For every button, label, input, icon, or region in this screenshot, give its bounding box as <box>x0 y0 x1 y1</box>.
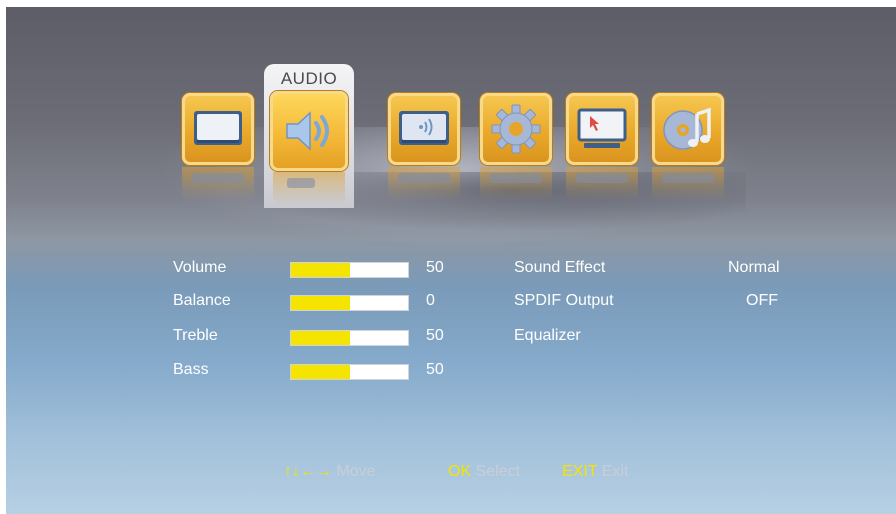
hint-exit-label: Exit <box>601 463 629 480</box>
sound-effect-label[interactable]: Sound Effect <box>514 259 605 277</box>
volume-value: 50 <box>426 259 444 276</box>
music-disc-icon <box>663 107 711 150</box>
hint-move: ↑↓←→ Move <box>284 463 376 481</box>
tile-reflection <box>182 167 254 201</box>
tile-reflection <box>566 167 638 201</box>
bass-slider-fill <box>291 365 350 379</box>
ok-key: OK <box>448 463 472 480</box>
tab-pc[interactable] <box>566 93 638 165</box>
treble-value: 50 <box>426 327 444 344</box>
broadcast-tv-icon <box>399 111 449 145</box>
active-tab-label: AUDIO <box>280 69 338 88</box>
equalizer-label[interactable]: Equalizer <box>514 327 581 345</box>
tile-reflection <box>480 167 552 201</box>
tab-channel[interactable] <box>388 93 460 165</box>
tile-reflection <box>388 167 460 201</box>
hint-select: OK Select <box>448 463 520 481</box>
tab-media[interactable] <box>652 93 724 165</box>
tab-setup[interactable] <box>480 93 552 165</box>
hint-select-label: Select <box>475 463 521 480</box>
treble-slider-fill <box>291 331 350 345</box>
speaker-icon <box>286 111 329 151</box>
hint-move-label: Move <box>336 463 376 480</box>
bass-label[interactable]: Bass <box>173 361 209 379</box>
arrow-keys-icon: ↑↓←→ <box>284 463 332 480</box>
tile-reflection <box>273 172 345 206</box>
spdif-output-label[interactable]: SPDIF Output <box>514 292 614 310</box>
sound-effect-value: Normal <box>728 259 780 276</box>
balance-label[interactable]: Balance <box>173 292 231 310</box>
balance-slider[interactable] <box>290 295 409 311</box>
volume-slider-fill <box>291 263 350 277</box>
tab-picture[interactable] <box>182 93 254 165</box>
tv-menu-screen: AUDIO Volume 50 Balance 0 Treble 50 Bass… <box>6 7 896 514</box>
volume-label[interactable]: Volume <box>173 259 226 277</box>
hint-exit: EXIT Exit <box>562 463 628 481</box>
tile-reflection <box>652 167 724 201</box>
bass-slider[interactable] <box>290 364 409 380</box>
volume-slider[interactable] <box>290 262 409 278</box>
gear-icon <box>491 104 541 154</box>
spdif-output-value: OFF <box>746 292 778 309</box>
treble-slider[interactable] <box>290 330 409 346</box>
tv-screen-icon <box>194 111 242 145</box>
balance-value: 0 <box>426 292 435 309</box>
balance-slider-fill <box>291 296 350 310</box>
bass-value: 50 <box>426 361 444 378</box>
monitor-cursor-icon <box>577 108 627 148</box>
exit-key: EXIT <box>562 463 598 480</box>
treble-label[interactable]: Treble <box>173 327 218 345</box>
tab-audio[interactable] <box>270 91 348 171</box>
